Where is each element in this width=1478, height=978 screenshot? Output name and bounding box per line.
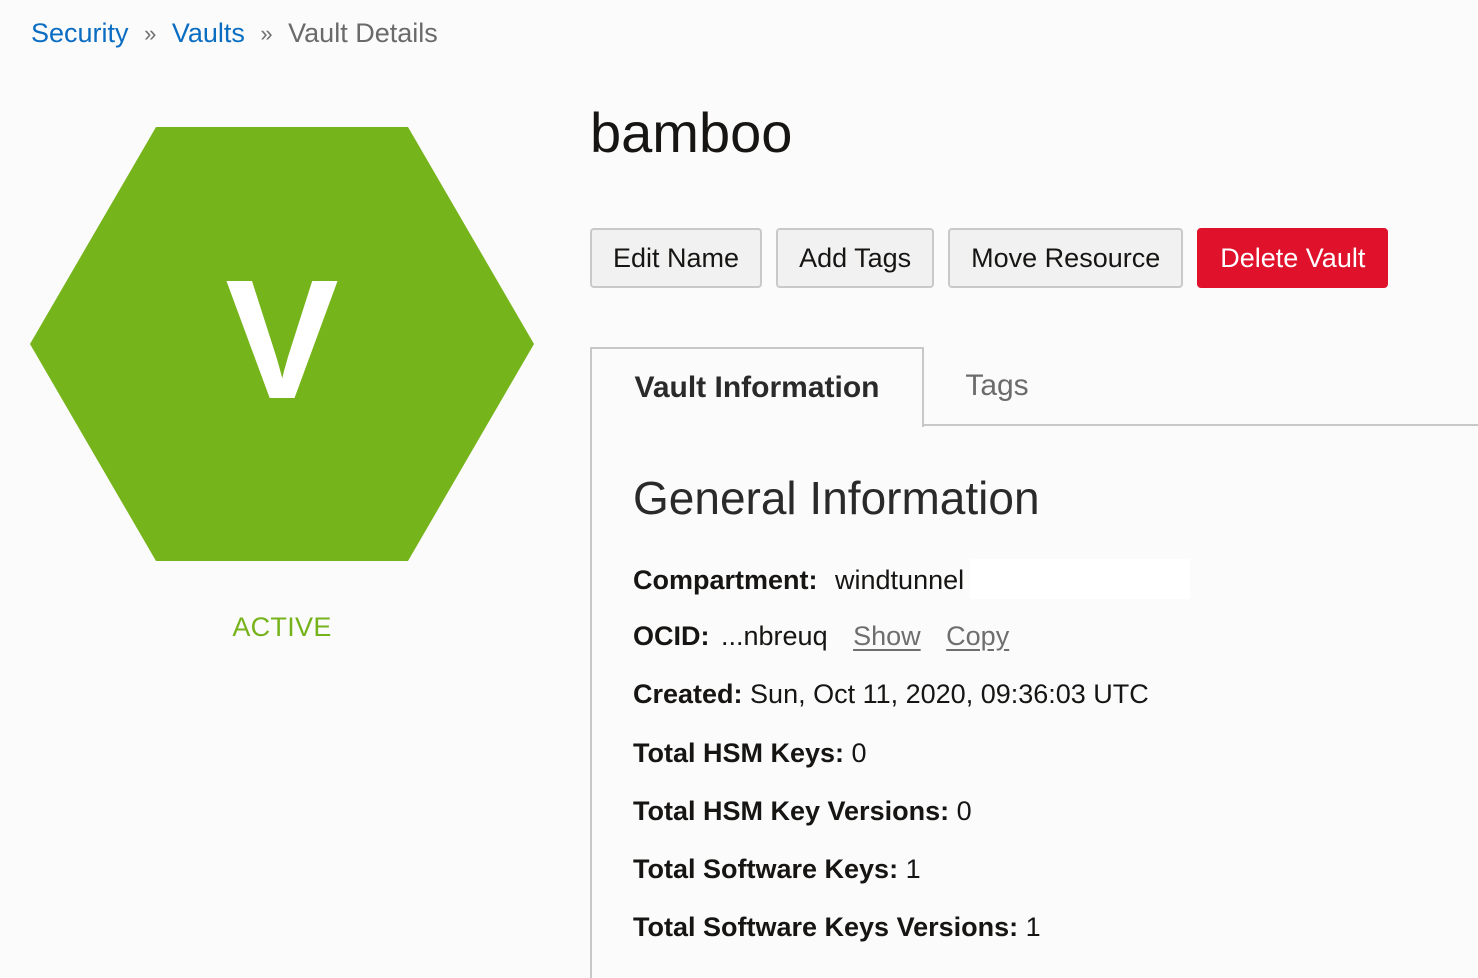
tab-tags[interactable]: Tags — [924, 347, 1070, 424]
action-toolbar: Edit Name Add Tags Move Resource Delete … — [590, 228, 1389, 288]
tab-vault-information[interactable]: Vault Information — [590, 347, 924, 427]
total-software-keys-versions-label: Total Software Keys Versions: — [633, 912, 1019, 942]
page-title: bamboo — [590, 101, 793, 164]
breadcrumb: Security » Vaults » Vault Details — [31, 14, 438, 53]
created-row: Created: Sun, Oct 11, 2020, 09:36:03 UTC — [633, 677, 1149, 711]
general-information-heading: General Information — [633, 472, 1040, 524]
total-software-keys-label: Total Software Keys: — [633, 854, 899, 884]
status-label: ACTIVE — [232, 612, 332, 642]
compartment-value[interactable]: windtunnel — [835, 565, 964, 595]
redacted-region — [970, 559, 1191, 599]
compartment-row: Compartment: windtunnel — [633, 559, 1191, 599]
total-hsm-keys-row: Total HSM Keys: 0 — [633, 736, 867, 770]
breadcrumb-separator: » — [144, 21, 157, 46]
tab-bar-divider — [922, 424, 1478, 426]
ocid-row: OCID: ...nbreuq Show Copy — [633, 619, 1009, 653]
total-software-keys-versions-value: 1 — [1025, 912, 1041, 942]
total-hsm-key-versions-row: Total HSM Key Versions: 0 — [633, 794, 972, 828]
ocid-show-link[interactable]: Show — [853, 621, 921, 651]
vault-hexagon-icon: V — [30, 127, 534, 561]
ocid-label: OCID: — [633, 621, 710, 651]
move-resource-button[interactable]: Move Resource — [948, 228, 1184, 288]
vault-icon-letter: V — [225, 245, 339, 435]
breadcrumb-link-security[interactable]: Security — [31, 18, 129, 48]
total-hsm-key-versions-label: Total HSM Key Versions: — [633, 796, 950, 826]
add-tags-button[interactable]: Add Tags — [776, 228, 935, 288]
delete-vault-button[interactable]: Delete Vault — [1197, 228, 1389, 288]
total-hsm-keys-label: Total HSM Keys: — [633, 738, 845, 768]
edit-name-button[interactable]: Edit Name — [590, 228, 763, 288]
total-hsm-keys-value: 0 — [851, 738, 867, 768]
total-software-keys-value: 1 — [905, 854, 921, 884]
total-hsm-key-versions-value: 0 — [956, 796, 972, 826]
created-label: Created: — [633, 679, 743, 709]
breadcrumb-link-vaults[interactable]: Vaults — [172, 18, 245, 48]
ocid-copy-link[interactable]: Copy — [946, 621, 1009, 651]
compartment-label: Compartment: — [633, 565, 818, 595]
ocid-value: ...nbreuq — [721, 621, 828, 651]
created-value: Sun, Oct 11, 2020, 09:36:03 UTC — [750, 679, 1149, 709]
tab-panel-border — [590, 426, 592, 978]
total-software-keys-row: Total Software Keys: 1 — [633, 852, 921, 886]
breadcrumb-current: Vault Details — [288, 18, 438, 48]
breadcrumb-separator: » — [260, 21, 273, 46]
total-software-keys-versions-row: Total Software Keys Versions: 1 — [633, 910, 1041, 944]
